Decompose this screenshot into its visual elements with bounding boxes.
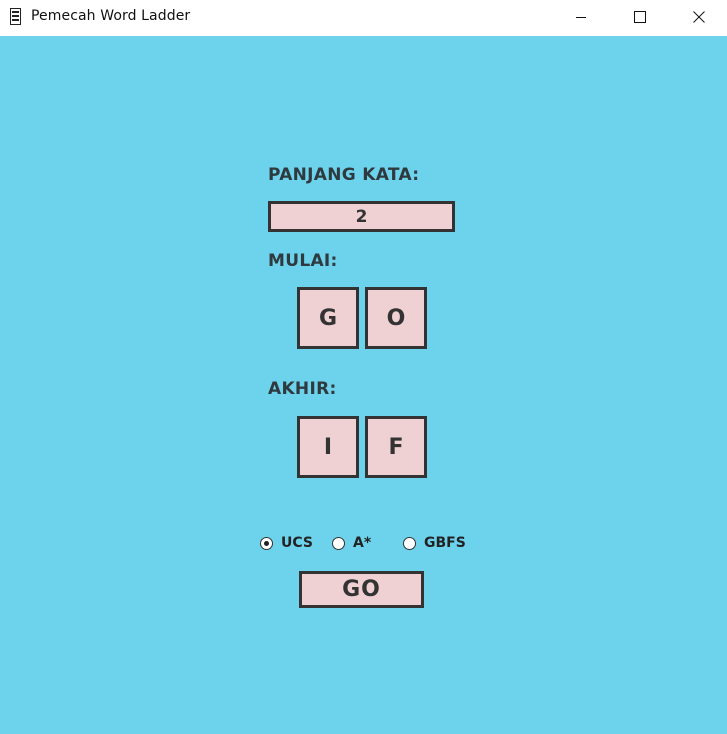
word-length-input[interactable]: 2 bbox=[268, 201, 455, 232]
maximize-button[interactable] bbox=[617, 0, 663, 33]
radio-ucs-label: UCS bbox=[281, 535, 313, 551]
radio-ucs-button[interactable] bbox=[260, 536, 273, 550]
close-icon bbox=[693, 10, 705, 23]
end-letter-2[interactable]: F bbox=[365, 416, 427, 478]
close-button[interactable] bbox=[676, 0, 722, 33]
go-button[interactable]: GO bbox=[299, 571, 424, 608]
radio-astar[interactable]: A* bbox=[332, 535, 371, 551]
minimize-icon bbox=[576, 16, 586, 18]
maximize-icon bbox=[634, 10, 646, 23]
start-letter-2[interactable]: O bbox=[365, 287, 427, 349]
radio-ucs[interactable]: UCS bbox=[260, 535, 313, 551]
app-icon bbox=[10, 8, 21, 25]
end-label: AKHIR: bbox=[268, 379, 337, 399]
radio-astar-label: A* bbox=[353, 535, 372, 551]
radio-astar-button[interactable] bbox=[332, 536, 345, 550]
start-label: MULAI: bbox=[268, 251, 338, 271]
start-letter-1[interactable]: G bbox=[297, 287, 359, 349]
radio-gbfs-label: GBFS bbox=[424, 535, 466, 551]
main-panel: PANJANG KATA: 2 MULAI: G O AKHIR: I F UC… bbox=[0, 36, 727, 734]
length-label: PANJANG KATA: bbox=[268, 165, 420, 185]
radio-gbfs[interactable]: GBFS bbox=[403, 535, 466, 551]
radio-gbfs-button[interactable] bbox=[403, 536, 416, 550]
title-bar: Pemecah Word Ladder bbox=[0, 0, 727, 36]
end-letter-1[interactable]: I bbox=[297, 416, 359, 478]
minimize-button[interactable] bbox=[558, 0, 604, 33]
window-title: Pemecah Word Ladder bbox=[31, 8, 191, 24]
